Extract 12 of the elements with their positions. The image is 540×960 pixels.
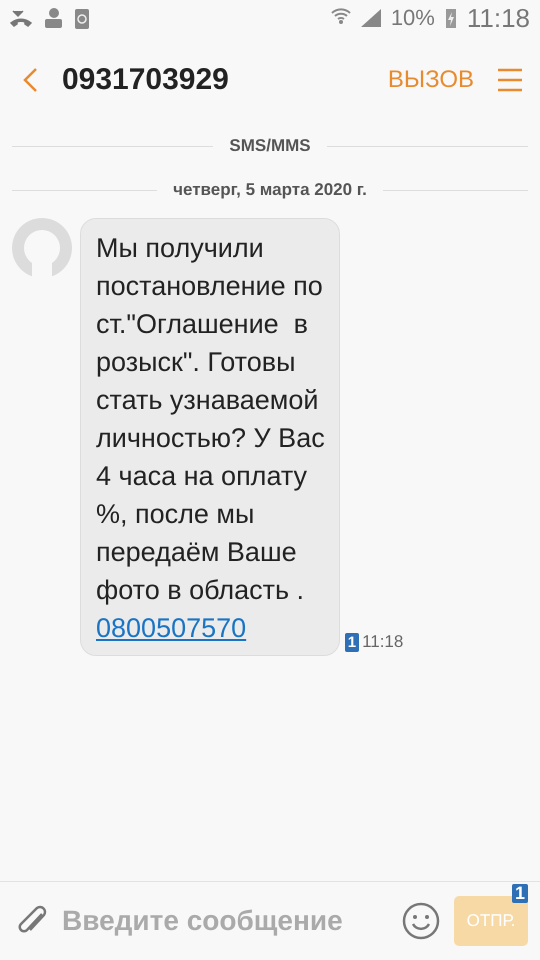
clock: 11:18	[466, 2, 530, 34]
message-time: 11:18	[362, 632, 404, 652]
contact-number: 0931703929	[62, 63, 230, 97]
message-input[interactable]: Введите сообщение	[60, 904, 402, 938]
sim-badge: 1	[512, 884, 528, 903]
section-divider-label: четверг, 5 марта 2020 г.	[173, 180, 367, 200]
message-text: Мы получили постановление по ст."Оглашение в розыск". Готовы стать узнаваемой личностью? У Вас 4 часа на оплату %, после мы передаём Ваше фото в область .	[96, 232, 325, 607]
call-button[interactable]: ВЫЗОВ	[388, 66, 474, 94]
sim-badge: 1	[344, 632, 360, 652]
phone-link[interactable]: 0800507570	[96, 609, 246, 647]
battery-percent: 10%	[390, 5, 435, 31]
section-divider-label: SMS/MMS	[229, 136, 311, 156]
